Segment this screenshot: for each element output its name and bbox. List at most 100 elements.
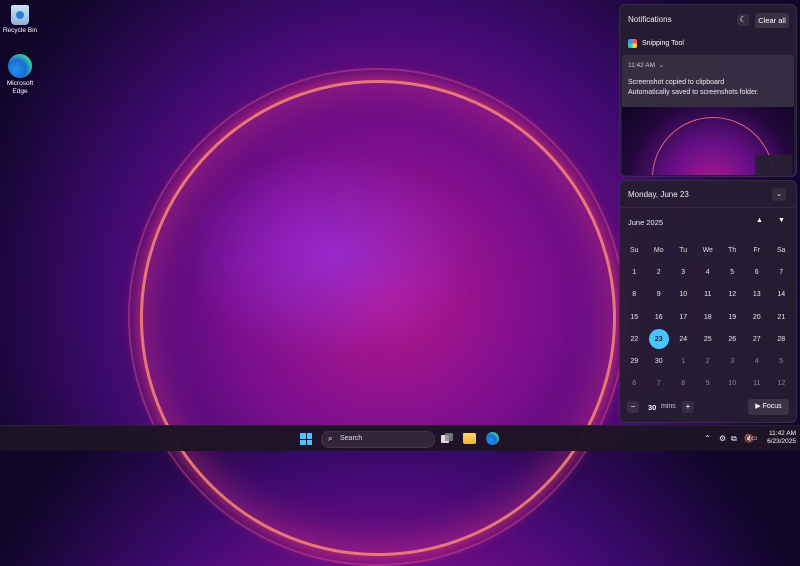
calendar-day[interactable]: 8 [671, 373, 696, 395]
calendar-day[interactable]: 5 [720, 261, 745, 283]
chevron-up-icon[interactable]: ⌃ [704, 434, 711, 443]
calendar-day[interactable]: 6 [622, 373, 647, 395]
desktop-icon-edge[interactable]: Microsoft Edge [0, 54, 40, 96]
calendar-day[interactable]: 20 [745, 306, 770, 328]
weekday-header: Mo [653, 246, 664, 254]
weekday-header: Sa [776, 246, 786, 254]
focus-button-label: Focus [762, 403, 782, 410]
calendar-day[interactable]: 6 [745, 261, 770, 283]
search-placeholder: Search [340, 435, 363, 442]
do-not-disturb-icon: ☾ [739, 15, 747, 24]
desktop-icon-recycle-bin[interactable]: Recycle Bin [0, 5, 40, 35]
calendar-grid: Su Mo Tu We Th Fr Sa 1 2 3 4 5 6 7 8 9 10 11 12 13 14 15 16 17 1… [622, 239, 794, 395]
notification-app-header[interactable]: Snipping Tool [628, 37, 684, 49]
calendar-day[interactable]: 21 [769, 306, 794, 328]
desktop-icon-label: Microsoft Edge [6, 80, 34, 95]
taskbar: ⌕ Search ⌃ ⚙ ⧉ 🔇 ▭ 11:42 AM 6/23/2025 [0, 425, 800, 451]
calendar-day[interactable]: 4 [696, 261, 721, 283]
calendar-day[interactable]: 4 [745, 350, 770, 372]
desktop-icon-label: Recycle Bin [2, 27, 38, 34]
calendar-day[interactable]: 3 [720, 350, 745, 372]
calendar-day[interactable]: 24 [671, 328, 696, 350]
wallpaper-ring [140, 80, 616, 556]
gear-icon[interactable]: ⚙ [719, 434, 726, 443]
notification-line-1: Screenshot copied to clipboard [628, 79, 725, 86]
triangle-down-icon: ▼ [778, 217, 785, 224]
weekday-header: Fr [753, 246, 761, 254]
calendar-day[interactable]: 27 [745, 328, 770, 350]
minus-icon: − [630, 402, 636, 411]
battery-icon[interactable]: ▭ [751, 434, 758, 442]
notification-time-row[interactable]: 11:42 AM ⌄ [628, 61, 664, 69]
calendar-day[interactable]: 11 [745, 373, 770, 395]
calendar-day[interactable]: 13 [745, 284, 770, 306]
calendar-day-today[interactable]: 23 [647, 328, 672, 350]
taskbar-search-box[interactable]: ⌕ Search [321, 431, 435, 448]
calendar-day[interactable]: 3 [671, 261, 696, 283]
focus-minutes-unit: mins [661, 403, 676, 410]
calendar-day[interactable]: 10 [671, 284, 696, 306]
increase-focus-button[interactable]: + [682, 401, 694, 413]
divider [620, 207, 796, 208]
screenshot-thumbnail[interactable] [622, 107, 794, 175]
calendar-day[interactable]: 30 [647, 350, 672, 372]
clock-time: 11:42 AM [769, 430, 796, 437]
notification-line-2: Automatically saved to screenshots folde… [628, 89, 759, 96]
calendar-day[interactable]: 10 [720, 373, 745, 395]
chevron-down-icon: ⌄ [776, 191, 782, 198]
calendar-day[interactable]: 26 [720, 328, 745, 350]
calendar-day[interactable]: 19 [720, 306, 745, 328]
triangle-up-icon: ▲ [756, 217, 763, 224]
edge-taskbar-icon[interactable] [486, 432, 499, 445]
calendar-day[interactable]: 11 [696, 284, 721, 306]
calendar-day[interactable]: 16 [647, 306, 672, 328]
next-month-button[interactable]: ▼ [778, 217, 785, 224]
do-not-disturb-button[interactable]: ☾ [737, 14, 749, 26]
calendar-day[interactable]: 15 [622, 306, 647, 328]
calendar-day[interactable]: 9 [696, 373, 721, 395]
notification-time: 11:42 AM [628, 62, 655, 69]
calendar-day[interactable]: 7 [647, 373, 672, 395]
decrease-focus-button[interactable]: − [627, 401, 639, 413]
calendar-flyout: Monday, June 23 ⌄ June 2025 ▲ ▼ Su Mo Tu We… [619, 180, 797, 423]
file-explorer-icon[interactable] [463, 433, 476, 444]
calendar-day[interactable]: 2 [647, 261, 672, 283]
notification-app-name: Snipping Tool [642, 39, 684, 47]
clear-all-button[interactable]: Clear all [755, 13, 789, 28]
calendar-day[interactable]: 14 [769, 284, 794, 306]
calendar-day[interactable]: 2 [696, 350, 721, 372]
calendar-day[interactable]: 9 [647, 284, 672, 306]
calendar-day[interactable]: 28 [769, 328, 794, 350]
calendar-day[interactable]: 5 [769, 350, 794, 372]
thumbnail-panel [755, 155, 792, 175]
calendar-month-label[interactable]: June 2025 [628, 218, 663, 227]
play-icon: ▶ [755, 403, 763, 410]
calendar-day[interactable]: 8 [622, 284, 647, 306]
calendar-day[interactable]: 25 [696, 328, 721, 350]
previous-month-button[interactable]: ▲ [756, 217, 763, 224]
notification-center: Notifications ☾ Clear all Snipping Tool … [619, 4, 797, 177]
network-icon[interactable]: ⧉ [731, 434, 737, 444]
calendar-day[interactable]: 1 [622, 261, 647, 283]
focus-button[interactable]: ▶ Focus [748, 399, 789, 415]
start-button[interactable] [300, 433, 312, 445]
calendar-day[interactable]: 7 [769, 261, 794, 283]
task-view-icon[interactable] [441, 433, 453, 444]
calendar-day[interactable]: 1 [671, 350, 696, 372]
calendar-day[interactable]: 17 [671, 306, 696, 328]
calendar-day[interactable]: 12 [720, 284, 745, 306]
taskbar-clock[interactable]: 11:42 AM 6/23/2025 [760, 430, 796, 446]
weekday-header: Th [728, 246, 737, 254]
notifications-title: Notifications [628, 15, 672, 24]
calendar-day[interactable]: 12 [769, 373, 794, 395]
calendar-day[interactable]: 22 [622, 328, 647, 350]
weekday-header: Tu [679, 246, 688, 254]
notification-card[interactable]: 11:42 AM ⌄ Screenshot copied to clipboar… [622, 55, 794, 175]
clock-date: 6/23/2025 [767, 438, 796, 445]
edge-icon [8, 54, 32, 78]
calendar-day[interactable]: 29 [622, 350, 647, 372]
weekday-header: We [702, 246, 713, 254]
calendar-day[interactable]: 18 [696, 306, 721, 328]
collapse-calendar-button[interactable]: ⌄ [772, 188, 786, 201]
chevron-down-icon: ⌄ [656, 62, 665, 69]
